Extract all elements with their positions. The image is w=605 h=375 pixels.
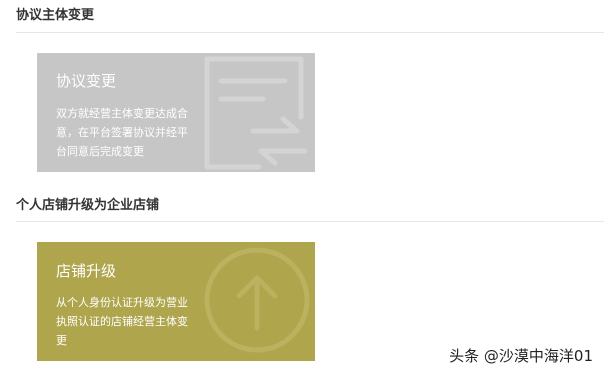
agreement-change-card[interactable]: 协议变更 双方就经营主体变更达成合意，在平台签署协议并经平台同意后完成变更	[37, 53, 315, 172]
section-title-store-upgrade: 个人店铺升级为企业店铺	[16, 198, 160, 213]
watermark-text: 头条 @沙漠中海洋01	[449, 347, 593, 365]
section-divider	[16, 32, 604, 33]
card-description: 双方就经营主体变更达成合意，在平台签署协议并经平台同意后完成变更	[56, 107, 188, 158]
arrow-up-circle-icon	[204, 247, 310, 353]
section-divider	[16, 221, 604, 222]
card-title: 协议变更	[56, 72, 117, 90]
document-transfer-icon	[204, 56, 308, 170]
store-upgrade-card[interactable]: 店铺升级 从个人身份认证升级为营业执照认证的店铺经营主体变更	[37, 242, 315, 361]
card-description: 从个人身份认证升级为营业执照认证的店铺经营主体变更	[56, 296, 188, 347]
section-title-agreement-change: 协议主体变更	[16, 8, 95, 23]
card-title: 店铺升级	[56, 262, 117, 280]
